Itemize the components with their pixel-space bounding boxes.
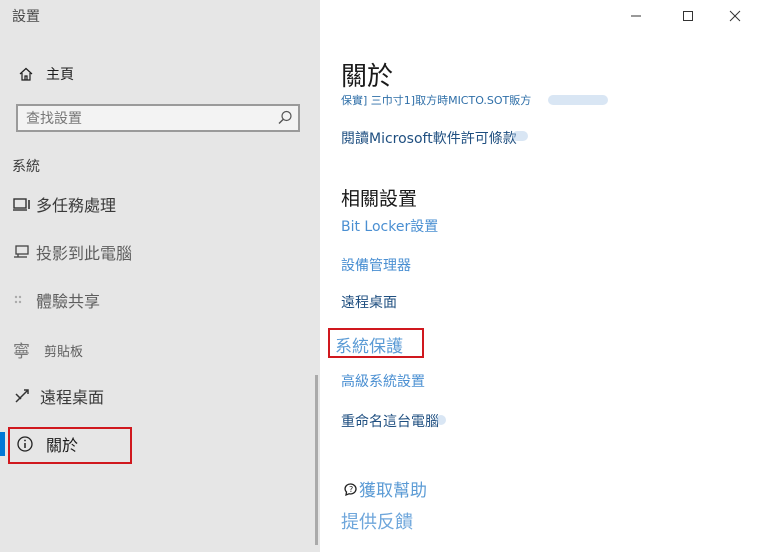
sidebar-item-label: 體驗共享 [36,292,101,311]
remote-desktop-icon [12,386,32,406]
search-input[interactable] [24,108,278,130]
sidebar-item-label: 投影到此電腦 [36,244,133,263]
blurred-text [548,95,608,105]
close-button[interactable] [712,4,758,28]
home-icon [18,66,34,82]
sidebar-item-shared-experiences[interactable]: 體驗共享 [12,287,100,313]
advanced-system-settings-link[interactable]: 高級系統設置 [341,371,425,391]
sidebar-item-multitasking[interactable]: 多任務處理 [12,191,116,217]
minimize-button[interactable] [613,4,659,28]
minimize-icon [630,7,642,26]
blurred-text [512,131,528,141]
service-agreement-link[interactable]: 保實] 三巾寸1]取方時MICTO.SOT販方 [341,92,531,108]
give-feedback-label: 提供反饋 [341,512,413,533]
sidebar-item-label: 多任務處理 [36,196,117,215]
svg-text:?: ? [349,485,353,494]
page-title: 關於 [341,62,394,92]
give-feedback-link[interactable]: 提供反饋 [341,508,413,534]
sidebar-item-label: 剪貼板 [44,344,84,360]
svg-text:寧: 寧 [13,342,30,362]
multitasking-icon [12,194,32,214]
maximize-button[interactable] [665,4,711,28]
section-title-system: 系統 [12,159,40,175]
sidebar-item-clipboard[interactable]: 寧 剪貼板 [12,337,83,363]
sidebar-item-project[interactable]: 投影到此電腦 [12,239,132,265]
remote-desktop-link[interactable]: 遠程桌面 [341,292,397,312]
get-help-label: 獲取幫助 [359,481,427,501]
system-protection-highlight-box [328,328,424,358]
project-icon [12,242,32,262]
sidebar-item-label: 遠程桌面 [40,388,105,407]
sidebar-scrollbar[interactable] [315,375,318,545]
get-help-link[interactable]: ? 獲取幫助 [343,476,427,501]
sidebar: 設置 主頁 系統 多任務處理 投影到此電腦 體驗共享 寧 [0,0,320,552]
sidebar-item-remote-desktop[interactable]: 遠程桌面 [12,383,104,409]
rename-pc-link[interactable]: 重命名這台電腦 [341,411,439,431]
active-indicator [0,432,5,456]
blurred-text [436,415,446,425]
about-highlight-box [8,427,132,464]
shared-experiences-icon [12,290,32,310]
maximize-icon [682,7,694,26]
clipboard-icon: 寧 [12,340,40,362]
bitlocker-settings-link[interactable]: Bit Locker設置 [341,216,438,236]
help-icon: ? [343,481,359,497]
app-title: 設置 [12,9,40,25]
license-terms-link[interactable]: 閱讀Microsoft軟件許可條款 [341,128,517,148]
home-label: 主頁 [46,67,74,83]
search-icon[interactable] [276,109,294,127]
device-manager-link[interactable]: 設備管理器 [341,255,411,275]
close-icon [729,7,741,26]
home-nav-item[interactable]: 主頁 [18,62,74,86]
search-box[interactable] [16,104,300,132]
related-settings-title: 相關設置 [341,188,418,210]
